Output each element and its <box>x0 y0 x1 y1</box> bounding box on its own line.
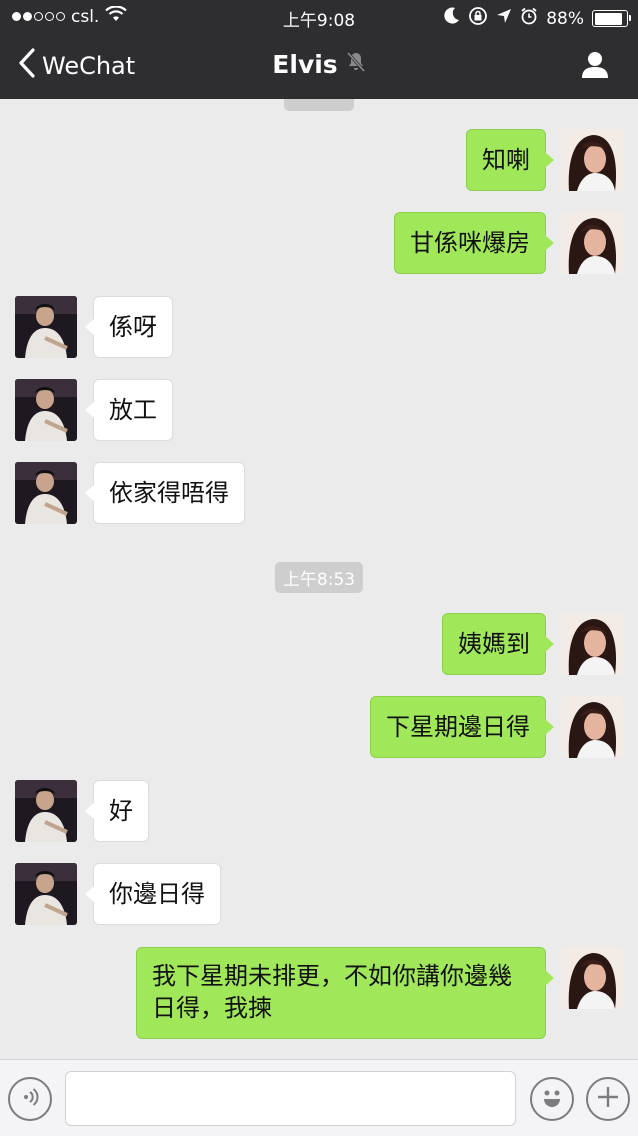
message-row: 我下星期未排更，不如你講你邊幾日得，我揀 <box>0 947 638 1041</box>
outgoing-message-bubble[interactable]: 甘係咪爆房 <box>394 212 554 274</box>
battery-percent: 88% <box>546 8 584 29</box>
message-row: 下星期邊日得 <box>0 696 638 760</box>
contact-avatar[interactable] <box>15 462 77 524</box>
battery-icon <box>592 10 631 27</box>
message-row: 依家得唔得 <box>0 462 638 526</box>
outgoing-message-bubble[interactable]: 姨媽到 <box>442 613 554 675</box>
contact-avatar[interactable] <box>15 379 77 441</box>
battery-level <box>594 12 622 25</box>
voice-input-button[interactable] <box>8 1077 52 1121</box>
alarm-icon <box>520 7 538 30</box>
plus-icon <box>596 1085 620 1113</box>
contact-avatar[interactable] <box>15 780 77 842</box>
input-bar <box>0 1059 638 1136</box>
my-avatar[interactable] <box>561 613 623 675</box>
moon-icon <box>444 7 460 30</box>
status-right: 88% <box>444 6 631 31</box>
message-row: 放工 <box>0 379 638 443</box>
message-row: 好 <box>0 780 638 844</box>
incoming-message-bubble[interactable]: 你邊日得 <box>85 863 221 925</box>
message-row: 係呀 <box>0 296 638 360</box>
emoji-icon <box>537 1082 567 1116</box>
my-avatar[interactable] <box>561 212 623 274</box>
message-row: 姨媽到 <box>0 613 638 677</box>
incoming-message-bubble[interactable]: 依家得唔得 <box>85 462 245 524</box>
message-list[interactable]: 知喇 甘係咪爆房 係呀 放工 依家得唔得 上午8:53 姨媽到 下星期邊日得 好… <box>0 99 638 1059</box>
mute-bell-icon <box>346 50 366 79</box>
user-icon <box>580 52 610 84</box>
voice-icon <box>18 1085 42 1113</box>
outgoing-message-bubble[interactable]: 我下星期未排更，不如你講你邊幾日得，我揀 <box>136 947 554 1039</box>
message-row: 甘係咪爆房 <box>0 212 638 276</box>
outgoing-message-bubble[interactable]: 知喇 <box>466 129 554 191</box>
contact-name: Elvis <box>272 50 338 79</box>
outgoing-message-bubble[interactable]: 下星期邊日得 <box>370 696 554 758</box>
my-avatar[interactable] <box>561 696 623 758</box>
contact-profile-button[interactable] <box>580 50 610 84</box>
message-input[interactable] <box>65 1071 516 1126</box>
timestamp-chip: 上午8:53 <box>274 562 364 593</box>
emoji-button[interactable] <box>530 1077 574 1121</box>
incoming-message-bubble[interactable]: 係呀 <box>85 296 173 358</box>
more-options-button[interactable] <box>586 1077 630 1121</box>
my-avatar[interactable] <box>561 947 623 1009</box>
contact-avatar[interactable] <box>15 863 77 925</box>
navigation-bar: WeChat Elvis <box>0 34 638 99</box>
timestamp-chip <box>283 99 355 111</box>
message-row: 知喇 <box>0 129 638 193</box>
message-row: 你邊日得 <box>0 863 638 927</box>
contact-avatar[interactable] <box>15 296 77 358</box>
chat-title: Elvis <box>0 50 638 79</box>
incoming-message-bubble[interactable]: 好 <box>85 780 149 842</box>
incoming-message-bubble[interactable]: 放工 <box>85 379 173 441</box>
location-arrow-icon <box>496 8 512 29</box>
my-avatar[interactable] <box>561 129 623 191</box>
status-bar: csl. 上午9:08 88% <box>0 0 638 34</box>
rotation-lock-icon <box>468 6 488 31</box>
